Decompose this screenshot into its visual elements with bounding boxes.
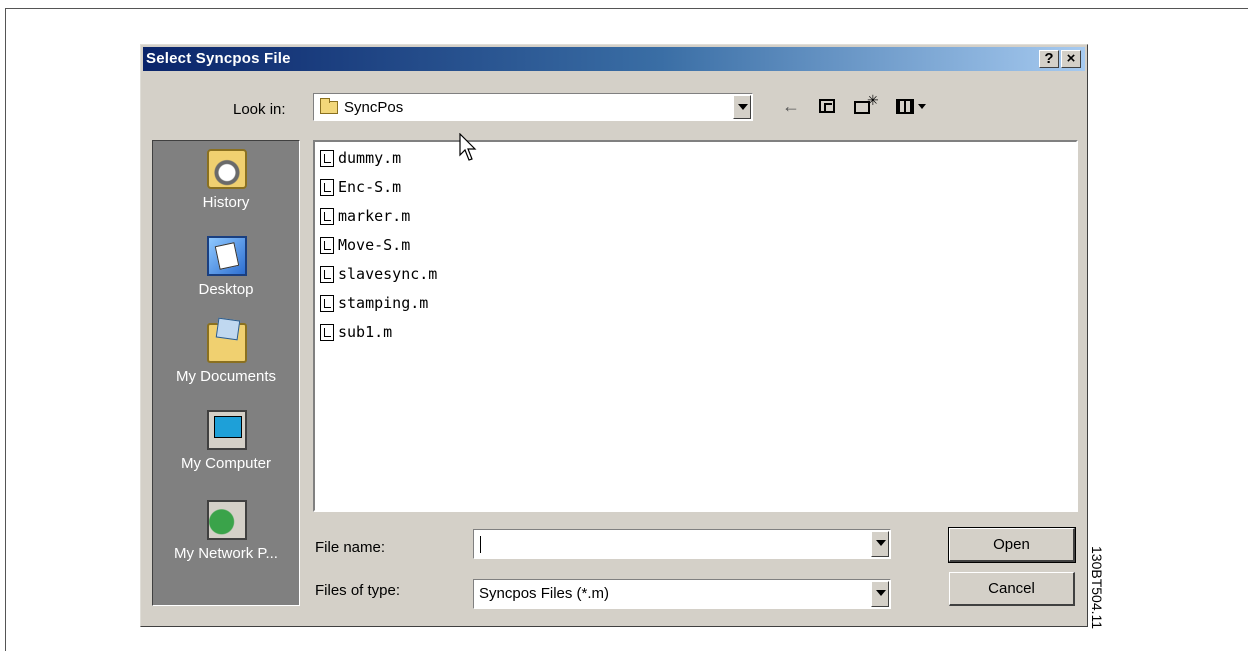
file-name: sub1.m [338, 323, 393, 341]
files-of-type-dropdown-arrow[interactable] [871, 581, 889, 607]
figure-code: 130BT504.11 [1089, 546, 1105, 630]
page-border-left [5, 8, 6, 651]
file-name-label: File name: [315, 539, 386, 556]
look-in-value: SyncPos [344, 99, 404, 116]
close-button[interactable]: × [1061, 50, 1081, 68]
files-of-type-select[interactable]: Syncpos Files (*.m) [473, 579, 891, 609]
place-label: Desktop [198, 281, 254, 298]
desktop-icon [207, 236, 247, 276]
view-menu-icon[interactable] [893, 95, 939, 117]
file-name: stamping.m [338, 294, 429, 312]
files-of-type-label: Files of type: [315, 582, 401, 599]
places-bar: History Desktop My Documents My Computer… [152, 140, 300, 606]
file-name: Enc-S.m [338, 178, 402, 196]
help-button[interactable]: ? [1039, 50, 1059, 68]
file-list[interactable]: dummy.m Enc-S.m marker.m Move-S.m slaves… [313, 140, 1078, 512]
new-folder-icon[interactable]: ✳ [849, 92, 879, 117]
history-icon [207, 149, 247, 189]
place-label: My Documents [175, 368, 277, 385]
place-label: History [202, 194, 250, 211]
page-border-top [5, 8, 1248, 9]
look-in-label: Look in: [233, 101, 286, 118]
file-icon [320, 208, 334, 225]
select-file-dialog: Select Syncpos File ? × Look in: SyncPos… [140, 44, 1088, 627]
file-name: marker.m [338, 207, 411, 225]
file-icon [320, 295, 334, 312]
up-one-level-icon[interactable] [815, 95, 841, 117]
text-caret [480, 536, 481, 553]
file-icon [320, 237, 334, 254]
file-name-input[interactable] [473, 529, 891, 559]
folder-icon [320, 98, 338, 114]
mouse-pointer-icon [459, 133, 477, 161]
my-computer-icon [207, 410, 247, 450]
file-icon [320, 150, 334, 167]
look-in-combo[interactable]: SyncPos [313, 93, 753, 121]
look-in-dropdown-arrow[interactable] [733, 95, 751, 119]
file-icon [320, 266, 334, 283]
my-network-places-icon [207, 500, 247, 540]
cancel-button[interactable]: Cancel [949, 572, 1075, 606]
file-icon [320, 179, 334, 196]
title-bar[interactable]: Select Syncpos File ? × [143, 47, 1085, 71]
file-name: slavesync.m [338, 265, 438, 283]
file-name: Move-S.m [338, 236, 411, 254]
open-button[interactable]: Open [948, 527, 1076, 563]
file-name-dropdown-arrow[interactable] [871, 531, 889, 557]
my-documents-icon [207, 323, 247, 363]
back-arrow-icon[interactable]: ← [777, 95, 805, 117]
dialog-title: Select Syncpos File [146, 50, 291, 67]
file-icon [320, 324, 334, 341]
place-label: My Network P... [174, 545, 278, 562]
files-of-type-value: Syncpos Files (*.m) [479, 585, 610, 602]
file-name: dummy.m [338, 149, 402, 167]
place-label: My Computer [180, 455, 272, 472]
